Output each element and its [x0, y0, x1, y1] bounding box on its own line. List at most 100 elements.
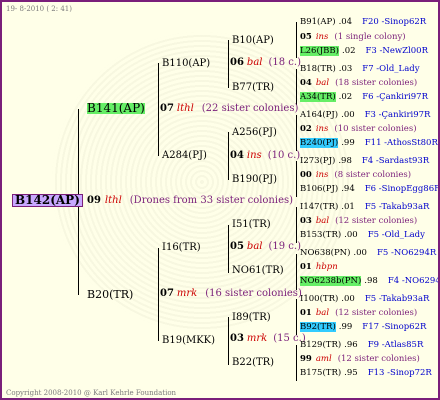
- drone-breed: ins: [315, 124, 329, 134]
- queen-year: .94: [341, 184, 355, 194]
- connector-line: [158, 63, 159, 156]
- gen3-queen[interactable]: B77(TR): [232, 82, 274, 93]
- drone-year: 04: [300, 78, 312, 88]
- drone-breed: bal: [315, 308, 330, 318]
- queen-year: .98: [364, 276, 378, 286]
- connector-line: [158, 248, 159, 341]
- gen2-queen[interactable]: B110(AP): [162, 58, 210, 69]
- gen4-queen-row[interactable]: NO6238b(PN).98 F4 -NO6294R: [300, 276, 438, 287]
- queen-reference: F6 -SinopEgg86R: [364, 184, 440, 194]
- queen-year: .00: [344, 230, 358, 240]
- connector-line: [296, 115, 297, 151]
- gen4-queen-row[interactable]: B106(PJ) .94 F6 -SinopEgg86R: [300, 184, 440, 195]
- connector-line: [296, 22, 297, 58]
- gen4-queen-row[interactable]: I100(TR) .00 F5 -Takab93aR: [300, 294, 429, 305]
- queen-reference: F3 -Çankiri97R: [364, 110, 431, 120]
- gen4-drone-row: 01 hbpn: [300, 262, 344, 273]
- queen-id: I147(TR): [300, 202, 339, 212]
- gen2-queen[interactable]: B19(MKK): [162, 335, 215, 346]
- queen-year: .00: [353, 248, 367, 258]
- drone-year: 00: [300, 170, 312, 180]
- drone-breed: bal: [315, 216, 330, 226]
- queen-id: I100(TR): [300, 294, 339, 304]
- queen-id: L26(JBB): [300, 46, 339, 56]
- sire-info: 07 lthl (22 sister colonies): [160, 103, 299, 114]
- queen-reference: F5 -Takab93aR: [364, 294, 430, 304]
- connector-line: [296, 207, 297, 243]
- queen-reference: F6 -Çankiri97R: [362, 92, 428, 102]
- drone-note: (10 sister colonies): [334, 124, 417, 134]
- gen4-queen-row[interactable]: B240(PJ) .99 F11 -AthosSt80R: [300, 138, 438, 149]
- gen2-info: 05 bal (19 c.): [230, 241, 301, 252]
- gen2-info: 04 ins (10 c.): [230, 150, 301, 161]
- queen-reference: F5 -Old_Lady: [367, 230, 425, 240]
- queen-year: .99: [338, 322, 353, 332]
- drone-year: 03: [300, 216, 312, 226]
- drone-note: (8 sister colonies): [334, 170, 412, 180]
- gen4-queen-row[interactable]: A164(PJ) .00 F3 -Çankiri97R: [300, 110, 430, 121]
- gen4-drone-row: 05 ins (1 single colony): [300, 32, 406, 43]
- gen2-info: 03 mrk (15 c.): [230, 333, 306, 344]
- drone-breed: ins: [315, 32, 329, 42]
- queen-id: B153(TR): [300, 230, 342, 240]
- gen4-queen-row[interactable]: B91(AP) .04 F20 -Sinop62R: [300, 17, 426, 28]
- drone-breed: hbpn: [315, 262, 338, 272]
- drone-breed: aml: [315, 354, 332, 364]
- gen3-queen[interactable]: I89(TR): [232, 312, 271, 323]
- gen4-queen-row[interactable]: B18(TR) .03 F7 -Old_Lady: [300, 64, 420, 75]
- gen4-queen-row[interactable]: B92(TR) .99 F17 -Sinop62R: [300, 322, 426, 333]
- gen4-drone-row: 01 bal (12 sister colonies): [300, 308, 417, 319]
- queen-reference: F3 -NewZl00R: [365, 46, 428, 56]
- queen-year: .00: [341, 294, 355, 304]
- queen-year: .95: [344, 368, 358, 378]
- queen-id: B91(AP): [300, 17, 336, 27]
- gen4-queen-row[interactable]: I273(PJ) .98 F4 -Sardast93R: [300, 156, 429, 167]
- queen-id: B129(TR): [300, 340, 342, 350]
- queen-id: B175(TR): [300, 368, 342, 378]
- queen-id: B18(TR): [300, 64, 336, 74]
- gen4-queen-row[interactable]: B153(TR) .00 F5 -Old_Lady: [300, 230, 425, 241]
- gen4-queen-row[interactable]: NO638(PN) .00 F5 -NO6294R: [300, 248, 436, 259]
- connector-line: [296, 161, 297, 197]
- date-stamp: 19- 8-2010 ( 2: 41): [6, 5, 72, 13]
- gen2-queen[interactable]: I16(TR): [162, 242, 201, 253]
- gen4-queen-row[interactable]: B175(TR) .95 F13 -Sinop72R: [300, 368, 432, 379]
- gen3-queen[interactable]: B10(AP): [232, 35, 274, 46]
- dam-queen[interactable]: B20(TR): [87, 289, 133, 300]
- queen-id: B92(TR): [300, 322, 336, 332]
- drone-note: (18 sister colonies): [335, 78, 418, 88]
- sire-queen[interactable]: B141(AP): [87, 102, 145, 114]
- gen2-queen[interactable]: A284(PJ): [162, 150, 207, 161]
- gen3-queen[interactable]: B190(PJ): [232, 174, 277, 185]
- pedigree-frame: 19- 8-2010 ( 2: 41) Copyright 2008-2010 …: [0, 0, 440, 400]
- queen-reference: F7 -Old_Lady: [362, 64, 420, 74]
- drone-note: (12 sister colonies): [335, 216, 418, 226]
- queen-id: A34(TR): [300, 92, 336, 102]
- gen4-drone-row: 00 ins (8 sister colonies): [300, 170, 411, 181]
- gen3-queen[interactable]: NO61(TR): [232, 265, 284, 276]
- gen2-info: 06 bal (18 c.): [230, 57, 301, 68]
- gen4-queen-row[interactable]: L26(JBB) .02 F3 -NewZl00R: [300, 46, 428, 57]
- queen-id: NO638(PN): [300, 248, 351, 258]
- queen-id: A164(PJ): [300, 110, 339, 120]
- drone-year: 01: [300, 262, 312, 272]
- queen-year: .02: [342, 46, 356, 56]
- drone-note: (12 sister colonies): [335, 308, 418, 318]
- queen-reference: F17 -Sinop62R: [362, 322, 427, 332]
- gen4-queen-row[interactable]: I147(TR) .01 F5 -Takab93aR: [300, 202, 429, 213]
- gen3-queen[interactable]: B22(TR): [232, 357, 274, 368]
- queen-year: .04: [338, 17, 353, 27]
- drone-year: 05: [300, 32, 312, 42]
- queen-year: .99: [341, 138, 355, 148]
- gen4-queen-row[interactable]: B129(TR) .96 F9 -Atlas85R: [300, 340, 423, 351]
- gen3-queen[interactable]: A256(PJ): [232, 127, 277, 138]
- root-queen[interactable]: B142(AP): [12, 194, 83, 207]
- connector-line: [296, 299, 297, 335]
- watermark-seal: [52, 32, 352, 332]
- queen-reference: F20 -Sinop62R: [362, 17, 427, 27]
- queen-year: .98: [338, 156, 352, 166]
- gen4-queen-row[interactable]: A34(TR) .02 F6 -Çankiri97R: [300, 92, 428, 103]
- queen-reference: F4 -Sardast93R: [361, 156, 430, 166]
- gen3-queen[interactable]: I51(TR): [232, 219, 271, 230]
- connector-line: [228, 40, 229, 88]
